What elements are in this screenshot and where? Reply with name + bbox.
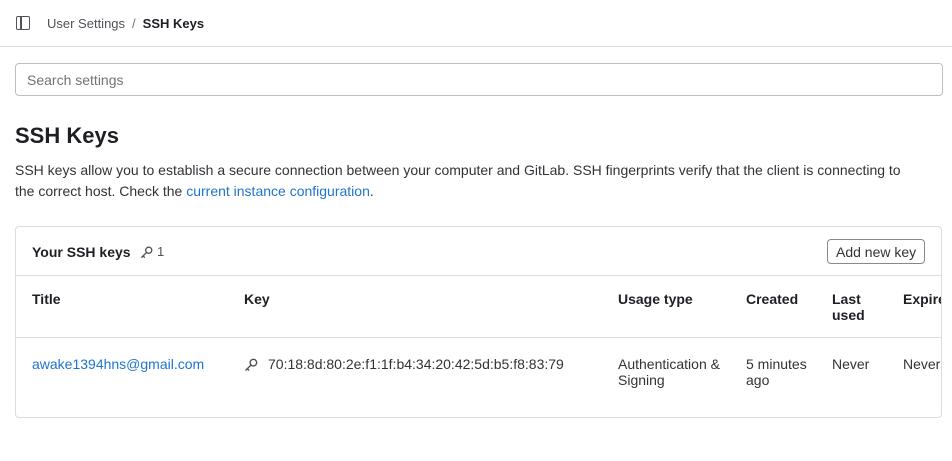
key-icon (245, 358, 258, 371)
column-header-created[interactable]: Created (746, 291, 798, 307)
column-header-key[interactable]: Key (244, 291, 270, 307)
column-header-last-used[interactable]: Last used (832, 291, 882, 323)
column-header-usage-type[interactable]: Usage type (618, 291, 693, 307)
instance-configuration-link[interactable]: current instance configuration (186, 183, 370, 199)
breadcrumb-user-settings[interactable]: User Settings (47, 16, 125, 31)
breadcrumb-separator: / (132, 16, 136, 31)
ssh-keys-card: Your SSH keys 1 Add new key Title Key Us… (15, 226, 942, 418)
breadcrumb-current[interactable]: SSH Keys (143, 16, 204, 31)
sidebar-icon[interactable] (16, 16, 30, 30)
key-fingerprint-cell: 70:18:8d:80:2e:f1:1f:b4:34:20:42:5d:b5:f… (244, 356, 564, 372)
page-title: SSH Keys (15, 123, 119, 148)
description-text: SSH keys allow you to establish a secure… (15, 162, 901, 199)
column-header-title[interactable]: Title (32, 291, 61, 307)
search-input[interactable] (15, 63, 943, 96)
column-header-expires[interactable]: Expires (903, 291, 941, 307)
description-end: . (369, 183, 374, 199)
add-new-key-button[interactable]: Add new key (827, 239, 926, 264)
key-count-badge: 1 (140, 244, 164, 259)
card-header: Your SSH keys 1 Add new key (16, 227, 941, 276)
key-count: 1 (157, 244, 165, 259)
last-used-cell: Never (832, 356, 870, 372)
expires-cell: Never (903, 356, 941, 372)
breadcrumb: User Settings / SSH Keys (47, 16, 204, 32)
page-description: SSH keys allow you to establish a secure… (15, 160, 915, 202)
usage-type-cell: Authentication & Signing (618, 356, 720, 388)
created-cell: 5 minutes ago (746, 356, 807, 388)
top-bar: User Settings / SSH Keys (0, 0, 952, 47)
card-title: Your SSH keys (32, 244, 131, 260)
key-title-link[interactable]: awake1394hns@gmail.com (32, 356, 204, 372)
key-icon (141, 246, 153, 258)
key-fingerprint: 70:18:8d:80:2e:f1:1f:b4:34:20:42:5d:b5:f… (268, 356, 564, 372)
table-header-divider (16, 337, 941, 338)
